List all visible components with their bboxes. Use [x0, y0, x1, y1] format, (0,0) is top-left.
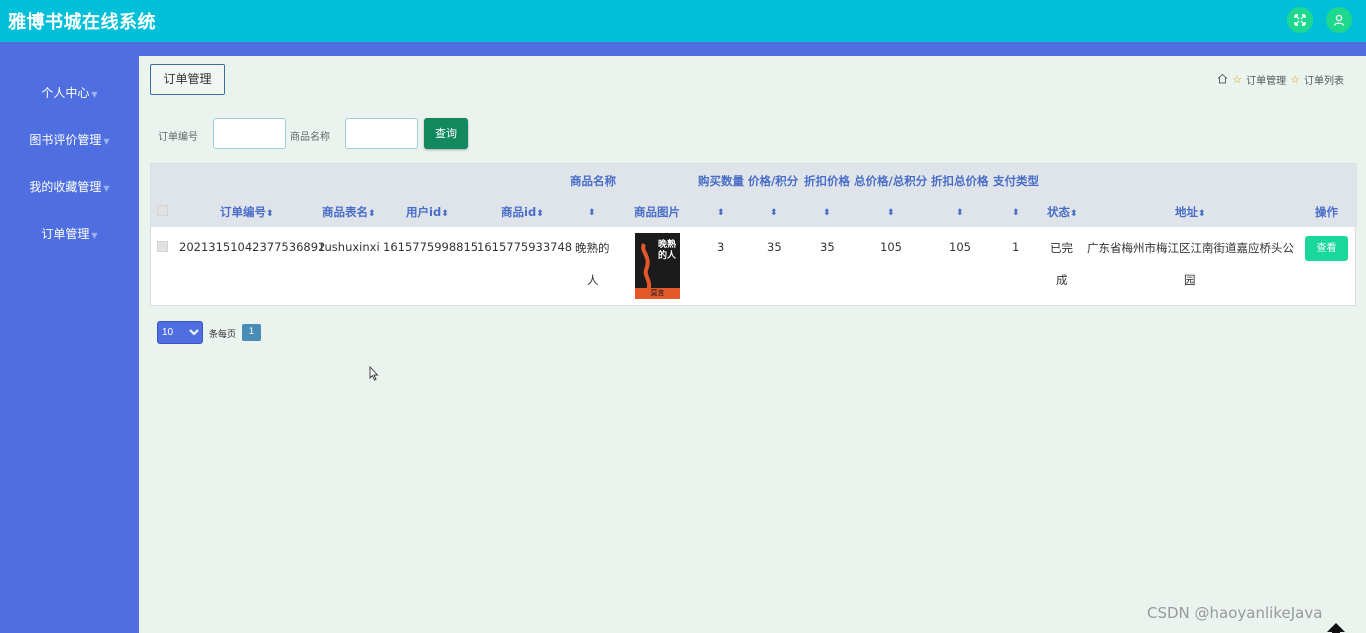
- star-icon: ☆: [1290, 73, 1300, 86]
- cell-address: 广东省梅州市梅江区江南街道嘉应桥头公: [1087, 241, 1294, 255]
- header-pay-type: 支付类型: [993, 174, 1039, 188]
- product-name-label: 商品名称: [290, 132, 330, 143]
- chevron-down-icon: ▼: [103, 137, 110, 146]
- header-total: 总价格/总积分: [854, 174, 928, 188]
- page-size-select[interactable]: 10: [157, 321, 203, 344]
- header-product-image: 商品图片: [634, 205, 680, 219]
- sort-icon: ⬍: [1198, 209, 1206, 219]
- header-qty: 购买数量: [698, 174, 744, 188]
- sidebar-item-personal-center[interactable]: 个人中心 ▼: [0, 84, 139, 101]
- header-action: 操作: [1315, 205, 1338, 219]
- sort-icon: ⬍: [887, 208, 895, 218]
- breadcrumb-level2: 订单列表: [1304, 76, 1344, 87]
- sort-discount-total[interactable]: ⬍: [956, 204, 964, 218]
- home-icon[interactable]: [1217, 73, 1228, 87]
- sidebar-item-label: 个人中心: [41, 86, 90, 100]
- chevron-down-icon: ▼: [91, 231, 98, 240]
- sort-icon: ⬍: [823, 208, 831, 218]
- order-no-label: 订单编号: [158, 132, 198, 143]
- main-content: 订单管理 ☆ 订单管理 ☆ 订单列表 订单编号 商品名称 查询 商品名称 购买数…: [139, 56, 1366, 633]
- breadcrumb-level1[interactable]: 订单管理: [1246, 72, 1286, 87]
- orders-table: 商品名称 购买数量 价格/积分 折扣价格 总价格/总积分 折扣总价格 支付类型 …: [150, 163, 1357, 306]
- back-to-top-icon[interactable]: [1326, 620, 1346, 633]
- sidebar-item-label: 订单管理: [41, 227, 90, 241]
- cell-qty: 3: [717, 240, 725, 254]
- header-discount-total: 折扣总价格: [931, 174, 989, 188]
- sort-icon: ⬍: [536, 209, 544, 219]
- breadcrumb: ☆ 订单管理 ☆ 订单列表: [1217, 72, 1344, 87]
- cell-total: 105: [880, 240, 902, 254]
- sidebar: 个人中心 ▼ 图书评价管理 ▼ 我的收藏管理 ▼ 订单管理 ▼: [0, 56, 139, 633]
- star-icon: ☆: [1232, 73, 1243, 86]
- sort-icon: ⬍: [588, 208, 596, 218]
- sort-icon: ⬍: [770, 208, 778, 218]
- table-header: 商品名称 购买数量 价格/积分 折扣价格 总价格/总积分 折扣总价格 支付类型 …: [151, 164, 1357, 227]
- cell-product-id: 1615775933748: [477, 240, 573, 254]
- sort-icon: ⬍: [266, 209, 274, 219]
- view-button[interactable]: 查看: [1305, 236, 1348, 261]
- cell-order-no: 20213151042377536892: [179, 240, 326, 254]
- watermark: CSDN @haoyanlikeJava: [1147, 604, 1323, 622]
- product-name-input[interactable]: [345, 118, 418, 149]
- header-product-name: 商品名称: [570, 174, 616, 188]
- sort-icon: ⬍: [441, 209, 449, 219]
- sidebar-item-favorites[interactable]: 我的收藏管理 ▼: [0, 178, 139, 195]
- mouse-cursor-icon: [369, 365, 379, 385]
- header-order-no[interactable]: 订单编号⬍: [220, 204, 274, 220]
- sidebar-item-orders[interactable]: 订单管理 ▼: [0, 225, 139, 242]
- sidebar-item-label: 图书评价管理: [29, 133, 102, 147]
- sort-icon: ⬍: [956, 208, 964, 218]
- header-discount-price: 折扣价格: [804, 174, 850, 188]
- header-address[interactable]: 地址⬍: [1175, 204, 1206, 220]
- page-number-current[interactable]: 1: [242, 324, 261, 341]
- select-all-checkbox[interactable]: [157, 205, 168, 216]
- fullscreen-icon: [1294, 14, 1306, 26]
- sort-qty[interactable]: ⬍: [717, 204, 725, 218]
- chevron-down-icon: ▼: [103, 184, 110, 193]
- order-no-input[interactable]: [213, 118, 286, 149]
- cell-pay-type: 1: [1012, 240, 1020, 254]
- header-price: 价格/积分: [748, 174, 799, 188]
- sort-icon: ⬍: [1012, 208, 1020, 218]
- sort-total[interactable]: ⬍: [887, 204, 895, 218]
- header-user-id[interactable]: 用户id⬍: [406, 204, 449, 220]
- cell-product-table: tushuxinxi: [320, 240, 380, 254]
- top-bar: 雅博书城在线系统: [0, 0, 1366, 42]
- cell-status-line2: 成: [1056, 273, 1068, 287]
- cell-user-id: 1615775998815: [383, 240, 479, 254]
- sort-product-name[interactable]: ⬍: [588, 204, 596, 218]
- header-product-id[interactable]: 商品id⬍: [501, 204, 544, 220]
- user-button[interactable]: [1326, 7, 1352, 33]
- cell-product-name-line2: 人: [587, 273, 599, 287]
- cell-address-line2: 园: [1184, 273, 1196, 287]
- user-icon: [1333, 14, 1345, 26]
- query-button[interactable]: 查询: [424, 118, 468, 149]
- per-page-label: 条每页: [209, 330, 237, 340]
- header-strip: [0, 42, 1366, 56]
- app-title: 雅博书城在线系统: [8, 12, 156, 33]
- row-checkbox[interactable]: [157, 241, 168, 252]
- sort-discount-price[interactable]: ⬍: [823, 204, 831, 218]
- sort-icon: ⬍: [368, 209, 376, 219]
- chevron-down-icon: ▼: [91, 90, 98, 99]
- sort-icon: ⬍: [717, 208, 725, 218]
- product-image: 晚熟的人 莫言: [622, 230, 692, 302]
- sort-pay-type[interactable]: ⬍: [1012, 204, 1020, 218]
- sort-price[interactable]: ⬍: [770, 204, 778, 218]
- sidebar-item-label: 我的收藏管理: [29, 180, 102, 194]
- sort-icon: ⬍: [1070, 209, 1078, 219]
- sidebar-item-book-review[interactable]: 图书评价管理 ▼: [0, 131, 139, 148]
- cell-status: 已完: [1050, 241, 1073, 255]
- header-product-table[interactable]: 商品表名⬍: [322, 204, 376, 220]
- cell-product-name: 晚熟的: [575, 241, 610, 255]
- cell-discount-total: 105: [949, 240, 971, 254]
- cell-discount-price: 35: [820, 240, 835, 254]
- fullscreen-button[interactable]: [1287, 7, 1313, 33]
- page-title: 订单管理: [150, 64, 225, 95]
- book-cover-author: 莫言: [650, 289, 665, 297]
- book-cover-title: 晚熟的人: [657, 240, 676, 261]
- header-status[interactable]: 状态⬍: [1047, 204, 1078, 220]
- cell-price: 35: [767, 240, 782, 254]
